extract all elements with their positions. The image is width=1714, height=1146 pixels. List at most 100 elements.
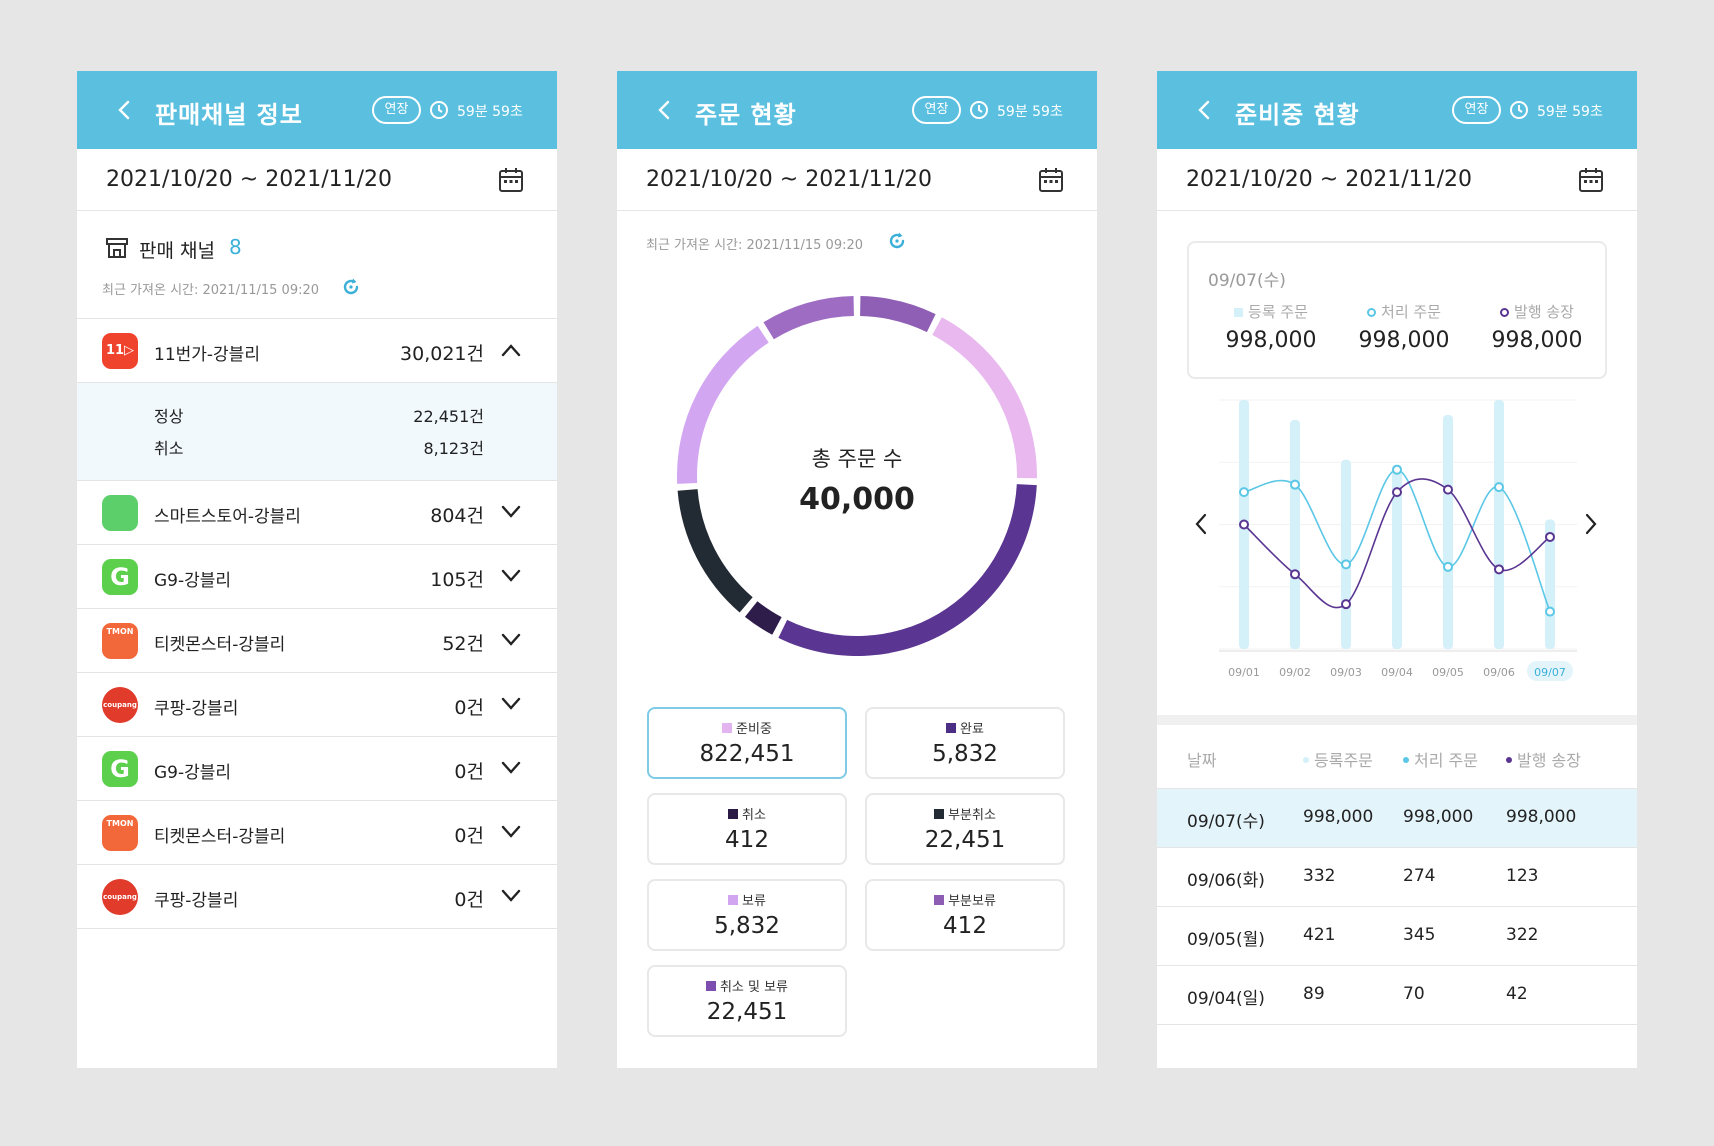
channel-count: 0건 <box>454 697 484 719</box>
timer: 59분 59초 <box>457 104 523 120</box>
summary-label: 등록 주문 <box>1248 303 1308 321</box>
bar <box>1443 414 1453 649</box>
calendar-icon[interactable] <box>498 167 524 193</box>
chevron-down-icon[interactable] <box>501 825 521 839</box>
extend-button[interactable]: 연장 <box>372 96 421 124</box>
channel-name: 티켓몬스터-강블리 <box>154 827 286 847</box>
x-tick-label: 09/04 <box>1381 666 1413 679</box>
data-point <box>1290 479 1300 490</box>
chevron-down-icon[interactable] <box>501 889 521 903</box>
coupang-logo-icon: coupang <box>102 879 138 915</box>
channel-row[interactable]: 11▷ 11번가-강블리 30,021건 <box>77 319 557 383</box>
status-card[interactable]: 부분보류 412 <box>865 879 1065 951</box>
table-row[interactable]: 09/05(월) 421 345 322 <box>1157 907 1637 966</box>
summary-label: 처리 주문 <box>1381 303 1441 321</box>
summary-value: 998,000 <box>1358 328 1450 353</box>
header: 준비중 현황 연장 59분 59초 <box>1157 71 1637 149</box>
divider <box>1157 715 1637 725</box>
legend-square-icon <box>728 895 739 905</box>
table-row[interactable]: 09/06(화) 332 274 123 <box>1157 848 1637 907</box>
x-tick-label: 09/06 <box>1483 666 1515 679</box>
back-arrow-icon[interactable] <box>115 100 135 120</box>
chevron-down-icon[interactable] <box>501 569 521 583</box>
legend-dot-icon <box>1403 757 1409 763</box>
table-cell: 332 <box>1303 866 1336 886</box>
channel-row[interactable]: G G9-강블리 0건 <box>77 737 557 801</box>
refresh-icon[interactable] <box>887 231 907 251</box>
g9-logo-icon: G <box>102 751 138 787</box>
channel-name: G9-강블리 <box>154 763 232 783</box>
tmon-logo-icon: TMON <box>102 623 138 659</box>
chevron-down-icon[interactable] <box>501 633 521 647</box>
channel-row[interactable]: TMON 티켓몬스터-강블리 0건 <box>77 801 557 865</box>
detail-value: 22,451건 <box>413 407 484 426</box>
channel-count: 52건 <box>442 633 484 655</box>
channel-row[interactable]: coupang 쿠팡-강블리 0건 <box>77 673 557 737</box>
card-value: 22,451 <box>706 999 788 1025</box>
status-card[interactable]: 준비중 822,451 <box>647 707 847 779</box>
timer: 59분 59초 <box>997 104 1063 120</box>
card-label: 완료 <box>960 722 984 737</box>
chevron-down-icon[interactable] <box>501 505 521 519</box>
preparing-status-panel: 준비중 현황 연장 59분 59초 2021/10/20 ~ 2021/11/2… <box>1157 71 1637 1068</box>
refresh-icon[interactable] <box>341 277 361 297</box>
table-cell: 09/06(화) <box>1187 871 1265 891</box>
card-value: 5,832 <box>714 913 780 939</box>
back-arrow-icon[interactable] <box>1195 100 1215 120</box>
channel-name: 티켓몬스터-강블리 <box>154 635 286 655</box>
channel-row[interactable]: TMON 티켓몬스터-강블리 52건 <box>77 609 557 673</box>
x-tick-label: 09/03 <box>1330 666 1362 679</box>
detail-label: 정상 <box>154 407 184 426</box>
channel-row[interactable]: G G9-강블리 105건 <box>77 545 557 609</box>
channel-row[interactable]: coupang 쿠팡-강블리 0건 <box>77 865 557 929</box>
chevron-up-icon[interactable] <box>501 343 521 357</box>
bar <box>1341 459 1351 649</box>
card-label: 보류 <box>742 894 766 909</box>
clock-icon <box>1510 101 1528 119</box>
donut-segment <box>860 296 936 333</box>
data-point <box>1239 487 1249 498</box>
smartstore-logo-icon <box>102 495 138 531</box>
extend-button[interactable]: 연장 <box>912 96 961 124</box>
donut-segment <box>744 601 782 635</box>
table-cell: 09/05(월) <box>1187 930 1265 950</box>
back-arrow-icon[interactable] <box>655 100 675 120</box>
chevron-down-icon[interactable] <box>501 697 521 711</box>
data-point <box>1341 559 1351 570</box>
table-cell: 123 <box>1506 866 1539 886</box>
chevron-down-icon[interactable] <box>501 761 521 775</box>
legend-ring-icon <box>1500 308 1510 317</box>
extend-button[interactable]: 연장 <box>1452 96 1501 124</box>
table-row[interactable]: 09/07(수) 998,000 998,000 998,000 <box>1157 789 1637 848</box>
sales-channel-panel: 판매채널 정보 연장 59분 59초 2021/10/20 ~ 2021/11/… <box>77 71 557 1068</box>
status-card[interactable]: 취소 및 보류 22,451 <box>647 965 847 1037</box>
channel-name: 쿠팡-강블리 <box>154 699 239 719</box>
summary-value: 998,000 <box>1491 328 1583 353</box>
status-card[interactable]: 취소 412 <box>647 793 847 865</box>
status-card[interactable]: 보류 5,832 <box>647 879 847 951</box>
status-card[interactable]: 부분취소 22,451 <box>865 793 1065 865</box>
table-cell: 89 <box>1303 984 1325 1004</box>
page-title: 준비중 현황 <box>1235 101 1360 129</box>
status-card[interactable]: 완료 5,832 <box>865 707 1065 779</box>
summary-label: 발행 송장 <box>1514 303 1574 321</box>
summary-registered: 등록 주문 998,000 <box>1211 301 1331 353</box>
section-title: 판매 채널 <box>139 240 215 262</box>
calendar-icon[interactable] <box>1578 167 1604 193</box>
summary-invoices: 발행 송장 998,000 <box>1477 301 1597 353</box>
card-label: 취소 <box>742 808 766 823</box>
card-value: 5,832 <box>932 741 998 767</box>
calendar-icon[interactable] <box>1038 167 1064 193</box>
data-point <box>1239 519 1249 530</box>
header: 주문 현황 연장 59분 59초 <box>617 71 1097 149</box>
table-cell: 345 <box>1403 925 1436 945</box>
table-row[interactable]: 09/04(일) 89 70 42 <box>1157 966 1637 1025</box>
chevron-right-icon[interactable] <box>1585 513 1597 535</box>
legend-square-icon <box>934 809 945 819</box>
donut-total: 40,000 <box>799 482 915 517</box>
x-tick-label: 09/05 <box>1432 666 1464 679</box>
card-label: 취소 및 보류 <box>719 980 789 995</box>
channel-row[interactable]: 스마트스토어-강블리 804건 <box>77 481 557 545</box>
chevron-left-icon[interactable] <box>1195 513 1207 535</box>
data-point <box>1443 561 1453 572</box>
